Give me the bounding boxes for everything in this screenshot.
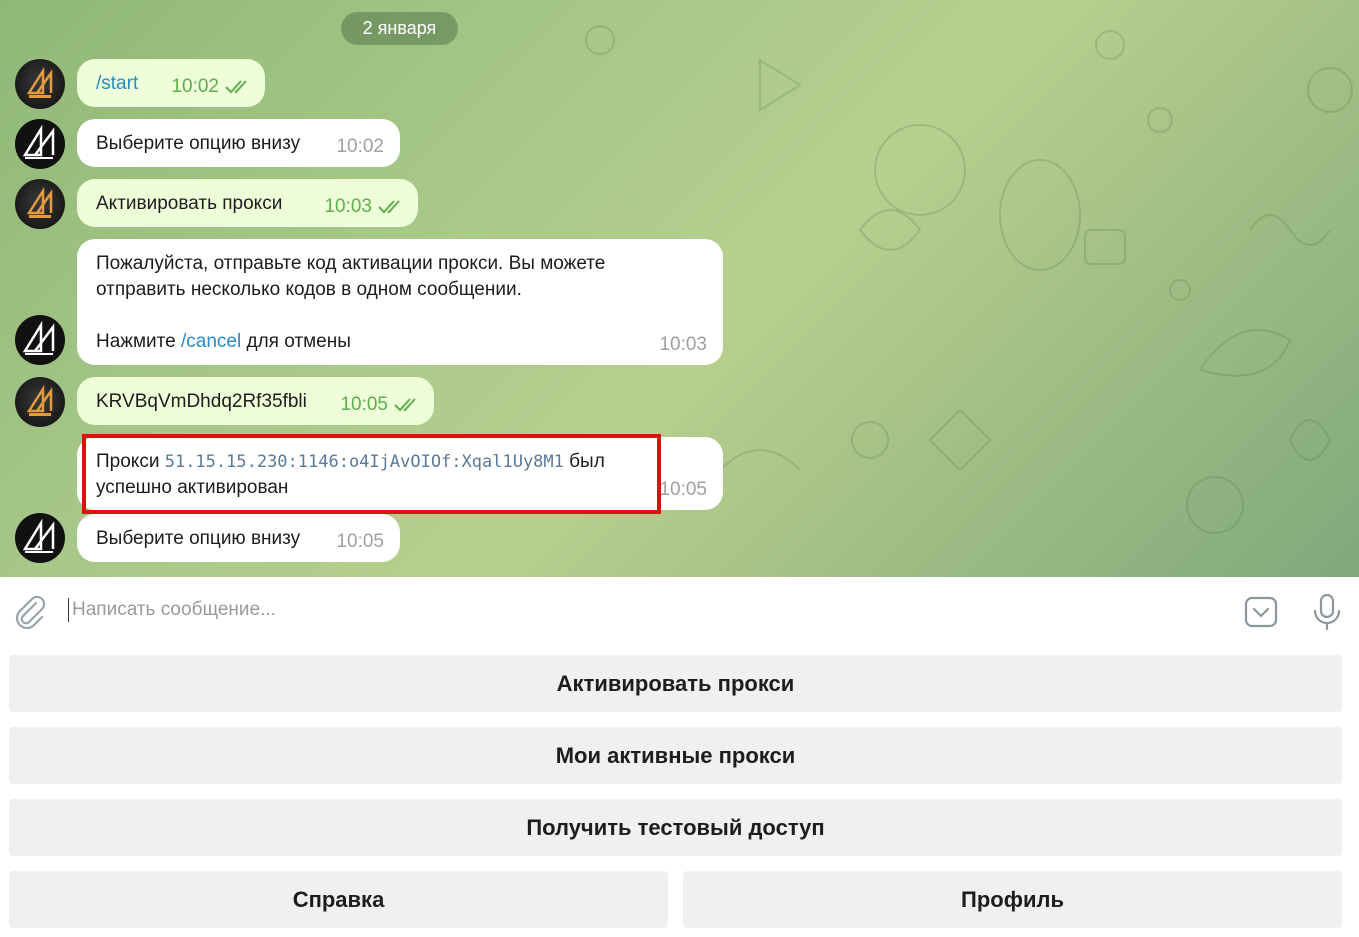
highlight-annotation bbox=[82, 434, 661, 514]
message-text: Нажмите bbox=[96, 331, 182, 352]
help-button[interactable]: Справка bbox=[9, 871, 668, 928]
user-avatar[interactable] bbox=[15, 59, 65, 109]
message-bubble-incoming[interactable]: Выберите опцию внизу 10:05 bbox=[77, 514, 400, 562]
text-caret bbox=[68, 598, 69, 622]
microphone-icon[interactable] bbox=[1309, 592, 1345, 632]
command-link[interactable]: /start bbox=[96, 73, 138, 94]
bot-avatar[interactable] bbox=[15, 119, 65, 169]
message-time: 10:03 bbox=[324, 196, 372, 217]
message-time: 10:05 bbox=[659, 479, 707, 500]
message-text-line: отправить несколько кодов в одном сообще… bbox=[96, 279, 522, 300]
message-composer bbox=[0, 577, 1359, 645]
my-active-proxies-button[interactable]: Мои активные прокси bbox=[9, 727, 1342, 784]
message-bubble-outgoing[interactable]: Активировать прокси 10:03 bbox=[77, 179, 418, 227]
message-bubble-incoming[interactable]: Выберите опцию внизу 10:02 bbox=[77, 119, 400, 167]
message-text: Выберите опцию внизу bbox=[96, 133, 301, 154]
message-time: 10:03 bbox=[659, 334, 707, 355]
message-text: для отмены bbox=[241, 331, 351, 352]
message-text: Выберите опцию внизу bbox=[96, 528, 301, 549]
message-bubble-outgoing[interactable]: KRVBqVmDhdq2Rf35fbli 10:05 bbox=[77, 377, 434, 425]
activate-proxy-button[interactable]: Активировать прокси bbox=[9, 655, 1342, 712]
message-input[interactable] bbox=[72, 595, 1172, 625]
date-separator: 2 января bbox=[341, 12, 458, 45]
paperclip-icon[interactable] bbox=[12, 594, 48, 630]
message-text: KRVBqVmDhdq2Rf35fbli bbox=[96, 391, 307, 412]
double-check-icon bbox=[225, 80, 247, 94]
message-time: 10:05 bbox=[336, 531, 384, 552]
message-text: Активировать прокси bbox=[96, 193, 283, 214]
double-check-icon bbox=[378, 200, 400, 214]
bot-avatar[interactable] bbox=[15, 513, 65, 563]
message-bubble-incoming[interactable]: Пожалуйста, отправьте код активации прок… bbox=[77, 239, 723, 365]
user-avatar[interactable] bbox=[15, 179, 65, 229]
user-avatar[interactable] bbox=[15, 377, 65, 427]
get-test-access-button[interactable]: Получить тестовый доступ bbox=[9, 799, 1342, 856]
chat-area: 2 января /start 10:02 Выберите опцию вни… bbox=[0, 0, 1359, 577]
bot-avatar[interactable] bbox=[15, 315, 65, 365]
message-bubble-outgoing[interactable]: /start 10:02 bbox=[77, 59, 265, 107]
message-time: 10:02 bbox=[171, 76, 219, 97]
double-check-icon bbox=[394, 398, 416, 412]
message-time: 10:02 bbox=[336, 136, 384, 157]
profile-button[interactable]: Профиль bbox=[683, 871, 1342, 928]
cancel-command-link[interactable]: /cancel bbox=[181, 331, 241, 352]
message-text-line: Пожалуйста, отправьте код активации прок… bbox=[96, 253, 606, 274]
bot-keyboard-icon[interactable] bbox=[1243, 594, 1279, 630]
message-time: 10:05 bbox=[340, 394, 388, 415]
